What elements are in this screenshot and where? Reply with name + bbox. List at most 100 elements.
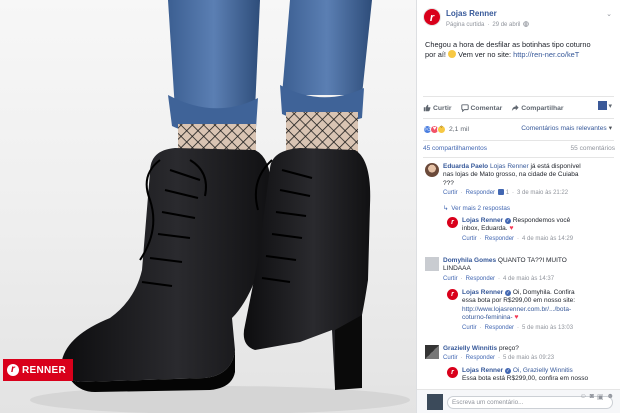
reply-bubble-icon (498, 189, 505, 196)
comment-bubble-icon (460, 104, 469, 112)
comment-time[interactable]: 4 de maio às 14:37 (503, 275, 554, 283)
comment-text: preço? (498, 345, 519, 352)
post-meta: Página curtida · 29 de abril (446, 21, 530, 29)
reply-actions: Curtir · Responder · 5 de maio às 13:03 (462, 324, 574, 332)
comment-button[interactable]: Comentar (460, 104, 503, 112)
reply-link[interactable]: http://www.lojasrenner.com.br/.../bota- (462, 306, 571, 313)
comment-text-line3: ??? (443, 179, 454, 187)
comment-like-link[interactable]: Curtir (443, 275, 458, 283)
renner-reply-avatar[interactable]: r (447, 367, 458, 378)
reactions-count[interactable]: 2,1 mil (449, 126, 469, 133)
renner-logo-text: RENNER (22, 364, 67, 376)
dropdown-caret-icon: ▾ (608, 102, 612, 110)
comment-actions: Curtir · Responder · 4 de maio às 14:37 (443, 275, 555, 283)
heart-eyes-emoji-icon (448, 50, 457, 58)
reply-text-line1: Oi, Domyhila. Confira (512, 289, 575, 296)
page-name-link[interactable]: Lojas Renner (446, 9, 497, 18)
comment-time[interactable]: 3 de maio às 21:22 (517, 189, 568, 197)
comment-author[interactable]: Domyhila Gomes (443, 257, 496, 264)
page-category: Página curtida (446, 22, 485, 28)
view-more-replies-label: Ver mais 2 respostas (451, 205, 511, 212)
comment-text-line2: nas lojas de Mato grosso, na cidade de C… (443, 171, 579, 179)
commenter-avatar[interactable] (425, 257, 439, 271)
reply-like-link[interactable]: Curtir (462, 235, 477, 243)
comment-body: Grazielly Winnitis preço? Curtir · Respon… (443, 345, 554, 363)
comment-sort-dropdown[interactable]: Comentários mais relevantes ▾ (521, 124, 612, 133)
reply-text-line3[interactable]: coturno-feminina- (462, 314, 513, 321)
comment-label: Comentar (470, 104, 503, 112)
reply-time[interactable]: 5 de maio às 13:03 (522, 324, 573, 332)
wow-reaction-icon[interactable]: ° (437, 124, 446, 134)
renner-reply-avatar[interactable]: r (447, 289, 458, 300)
comment-time[interactable]: 5 de maio às 09:23 (503, 354, 554, 362)
post-date[interactable]: 29 de abril (492, 22, 520, 28)
reply-time[interactable]: 4 de maio às 14:29 (522, 235, 573, 243)
renner-reply-avatar[interactable]: r (447, 217, 458, 228)
reply-author[interactable]: Lojas Renner (462, 289, 503, 296)
comment-reply-link[interactable]: Responder (466, 189, 495, 197)
shares-count[interactable]: 45 compartilhamentos (423, 145, 487, 152)
comment-like-link[interactable]: Curtir (443, 189, 458, 197)
share-arrow-icon (512, 104, 519, 112)
comment-author[interactable]: Grazielly Winnitis (443, 345, 497, 352)
comment-body: Domyhila Gomes QUANTO TA??I MUITO LINDAA… (443, 257, 567, 283)
comment-item: Domyhila Gomes QUANTO TA??I MUITO LINDAA… (425, 257, 567, 283)
post-actions-bar: Curtir Comentar Compartilhar ▾ (423, 101, 615, 115)
reply-item: r Lojas Renner ✓ Respondemos você inbox,… (447, 217, 573, 243)
comment-sort-label: Comentários mais relevantes (521, 124, 607, 132)
thumbs-up-icon (423, 104, 431, 112)
post-photo[interactable]: r RENNER (0, 0, 416, 413)
share-label: Compartilhar (521, 104, 564, 112)
reply-like-link[interactable]: Curtir (462, 324, 477, 332)
sticker-icon[interactable]: ☻ (607, 393, 614, 401)
reply-body: Lojas Renner ✓ Oi, Domyhila. Confira ess… (462, 289, 575, 332)
page-avatar[interactable]: r (423, 8, 441, 26)
comment-author[interactable]: Eduarda Paelo (443, 163, 488, 170)
reply-item: r Lojas Renner ✓ Oi, Domyhila. Confira e… (447, 289, 575, 332)
camera-icon[interactable]: ◙ (590, 393, 594, 401)
reply-actions: Curtir · Responder · 4 de maio às 14:29 (462, 235, 574, 243)
comment-item: Eduarda Paelo Lojas Renner já está dispo… (425, 163, 581, 198)
view-more-replies-link[interactable]: ↳ Ver mais 2 respostas (443, 205, 510, 212)
commenter-avatar[interactable] (425, 345, 439, 359)
reply-text-line2: Essa bota está R$299,00, confira em noss… (462, 375, 589, 383)
reply-item: r Lojas Renner ✓ Oi, Grazielly Winnitis … (447, 367, 588, 384)
reply-author[interactable]: Lojas Renner (462, 217, 503, 224)
post-text-line2-mid: Vem ver no site: (458, 50, 512, 59)
comment-text-line2: LINDAAA (443, 265, 471, 273)
share-button[interactable]: Compartilhar (511, 104, 564, 112)
like-label: Curtir (433, 104, 452, 112)
reply-count-number: 1 (505, 190, 510, 197)
dropdown-caret-icon: ▾ (608, 125, 612, 132)
post-link[interactable]: http://ren-ner.co/keT (513, 50, 579, 59)
post-text-line2-prefix: por aí! (425, 50, 446, 59)
comment-mention[interactable]: Lojas Renner (490, 163, 529, 170)
reply-reply-link[interactable]: Responder (485, 235, 514, 243)
divider (423, 157, 614, 158)
divider (423, 118, 614, 119)
emoji-icon[interactable]: ☺ (580, 393, 587, 401)
post-text-line1: Chegou a hora de desfilar as botinhas ti… (425, 40, 591, 49)
gif-icon[interactable]: ▣ (597, 393, 604, 401)
comments-count[interactable]: 55 comentários (571, 145, 615, 152)
comment-reply-link[interactable]: Responder (466, 275, 495, 283)
heart-emoji-icon: ♥ (509, 225, 514, 233)
boots-photo-illustration (30, 0, 410, 413)
reply-body: Lojas Renner ✓ Respondemos você inbox, E… (462, 217, 573, 243)
comment-like-link[interactable]: Curtir (443, 354, 458, 362)
renner-brand-logo: r RENNER (3, 359, 73, 381)
reply-reply-link[interactable]: Responder (485, 324, 514, 332)
reply-author[interactable]: Lojas Renner (462, 367, 503, 374)
comment-composer: Escreva um comentário... ☺ ◙ ▣ ☻ (417, 389, 620, 413)
verified-badge-icon: ✓ (505, 290, 511, 296)
post-as-selector[interactable]: ▾ (598, 101, 612, 110)
comment-reply-link[interactable]: Responder (466, 354, 495, 362)
comment-text-line1: QUANTO TA??I MUITO (497, 257, 567, 264)
comment-text-line1: já está disponível (528, 163, 581, 170)
commenter-avatar[interactable] (425, 163, 439, 177)
reply-mention[interactable]: Oi, Grazielly Winnitis (513, 367, 573, 374)
post-options-chevron-icon[interactable]: ⌄ (606, 10, 612, 18)
reply-text-line1: Respondemos você (512, 217, 571, 224)
divider (423, 140, 614, 141)
like-button[interactable]: Curtir (423, 104, 452, 112)
